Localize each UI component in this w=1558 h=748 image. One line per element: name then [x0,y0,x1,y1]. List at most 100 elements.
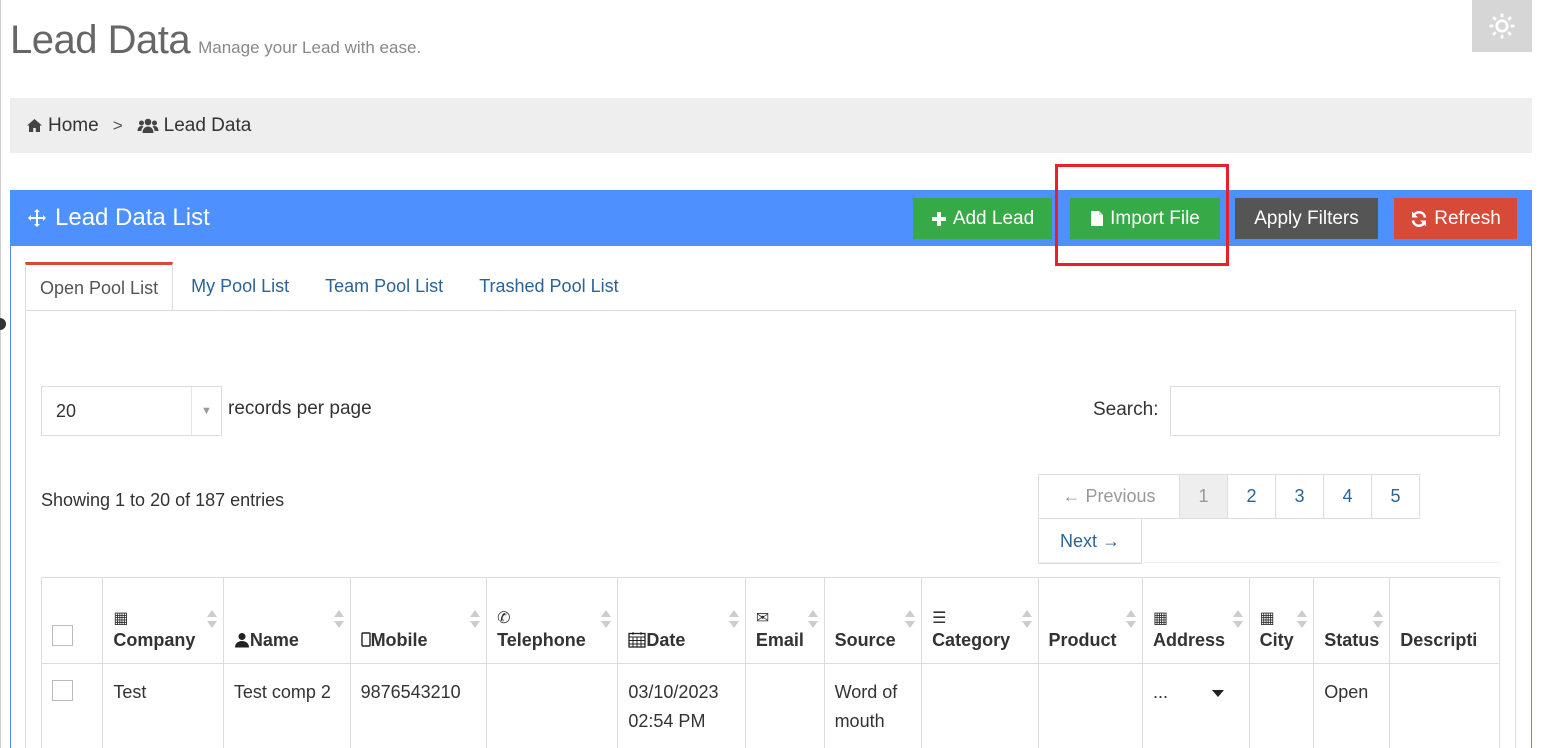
calendar-icon [628,632,647,648]
records-per-page-value: 20 [56,400,77,421]
breadcrumb-home-label: Home [48,114,99,136]
column-header-date[interactable]: Date [617,577,746,664]
table-info: Showing 1 to 20 of 187 entries [41,490,285,510]
sort-icon [601,610,612,632]
pagination-page-5[interactable]: 5 [1372,474,1420,519]
column-header-category[interactable]: ☰ Category [921,577,1039,664]
cell-description [1389,663,1500,748]
column-header-name[interactable]: Name [222,577,351,664]
cell-date: 03/10/2023 02:54 PM [617,663,746,748]
add-lead-button[interactable]: Add Lead [913,198,1052,239]
pagination-page-3[interactable]: 3 [1276,474,1324,519]
apply-filters-button[interactable]: Apply Filters [1235,198,1378,239]
column-header-company[interactable]: ▦ Company [102,577,224,664]
tab-content-border-left [25,310,26,748]
leads-table: ▦ Company Name Mobile ✆ Telephone Date ✉ Em… [41,577,1500,748]
pagination-next[interactable]: Next → [1038,519,1142,564]
column-header-product[interactable]: Product [1037,577,1144,664]
search-label: Search: [1093,399,1159,420]
cell-telephone [486,663,619,748]
column-header-address[interactable]: ▦ Address [1142,577,1250,664]
add-lead-label: Add Lead [952,207,1035,229]
cell-name: Test comp 2 [222,663,351,748]
column-header-email[interactable]: ✉ Email [744,577,825,664]
tab-trashed-pool-list[interactable]: Trashed Pool List [461,262,636,311]
sort-icon [905,610,916,632]
building-icon: ▦ [113,610,129,627]
column-label: Name [249,630,299,650]
records-per-page-select[interactable]: 20 ▼ [41,386,222,436]
table-header-row: ▦ Company Name Mobile ✆ Telephone Date ✉ Em… [41,577,1500,664]
column-label: City [1259,630,1294,650]
column-label: Status [1324,630,1380,650]
phone-icon: ✆ [497,610,511,627]
sort-icon [1021,610,1032,632]
cell-city [1248,663,1315,748]
mobile-icon [360,632,371,647]
sort-icon [333,610,344,632]
records-per-page-label: records per page [228,398,372,419]
sort-icon [470,610,481,632]
breadcrumb-current-label: Lead Data [163,114,252,136]
cell-product [1037,663,1144,748]
column-label: Product [1048,630,1117,650]
pagination-page-2[interactable]: 2 [1228,474,1276,519]
tab-divider [25,310,1516,311]
settings-button[interactable] [1472,0,1532,52]
cell-address[interactable]: ... [1142,663,1250,748]
tab-team-pool-list[interactable]: Team Pool List [307,262,461,311]
list-icon: ☰ [932,610,947,627]
tab-my-pool-list[interactable]: My Pool List [173,262,307,311]
pagination-page-4[interactable]: 4 [1324,474,1372,519]
breadcrumb-current: Lead Data [137,114,252,137]
row-checkbox[interactable] [52,680,73,701]
breadcrumb: Home > Lead Data [10,98,1532,153]
leads-table-viewport: ▦ Company Name Mobile ✆ Telephone Date ✉ Em… [41,577,1500,748]
page-header: Lead Data Manage your Lead with ease. [10,18,421,63]
home-icon [27,119,42,132]
caret-down-icon[interactable] [1212,689,1225,697]
cell-company: Test [102,663,224,748]
sort-icon [1126,610,1137,632]
pagination-page-1[interactable]: 1 [1180,474,1228,519]
column-label: Date [646,630,686,650]
side-handle[interactable] [0,318,6,330]
import-file-button[interactable]: Import File [1070,198,1220,239]
building-icon: ▦ [1153,610,1169,627]
column-header-mobile[interactable]: Mobile [349,577,488,664]
gear-icon [1489,13,1515,39]
column-header-city[interactable]: ▦ City [1248,577,1315,664]
breadcrumb-home[interactable]: Home [26,115,99,137]
sort-icon [206,610,217,632]
user-icon [234,633,249,648]
column-header-telephone[interactable]: ✆ Telephone [486,577,619,664]
row-select-cell [41,663,104,748]
pagination-previous[interactable]: ← Previous [1038,474,1180,519]
column-label: Company [113,630,196,650]
column-header-description[interactable]: Descripti [1389,577,1500,664]
column-header-status[interactable]: Status [1313,577,1391,664]
sort-icon [807,610,818,632]
column-label: Address [1153,630,1226,650]
dropdown-arrow-icon: ▼ [191,387,221,435]
column-label: Descripti [1400,630,1478,650]
column-header-source[interactable]: Source [823,577,923,664]
refresh-label: Refresh [1434,207,1501,229]
tab-open-pool-list[interactable]: Open Pool List [25,262,174,311]
search-input[interactable] [1170,386,1500,436]
move-icon [28,209,46,227]
column-label: Category [932,630,1011,650]
sort-icon [728,610,739,632]
refresh-icon [1411,210,1427,227]
column-label: Source [834,630,896,650]
page-title: Lead Data [10,18,191,62]
refresh-button[interactable]: Refresh [1394,198,1517,239]
table-row[interactable]: Test Test comp 2 9876543210 03/10/2023 0… [41,663,1500,748]
apply-filters-label: Apply Filters [1254,207,1359,229]
breadcrumb-separator: > [112,115,123,135]
cell-email [744,663,825,748]
panel-header: Lead Data List Add Lead Import File Appl… [11,190,1531,246]
plus-icon [931,211,946,226]
select-all-checkbox[interactable] [52,625,73,646]
select-all-header [41,577,104,664]
